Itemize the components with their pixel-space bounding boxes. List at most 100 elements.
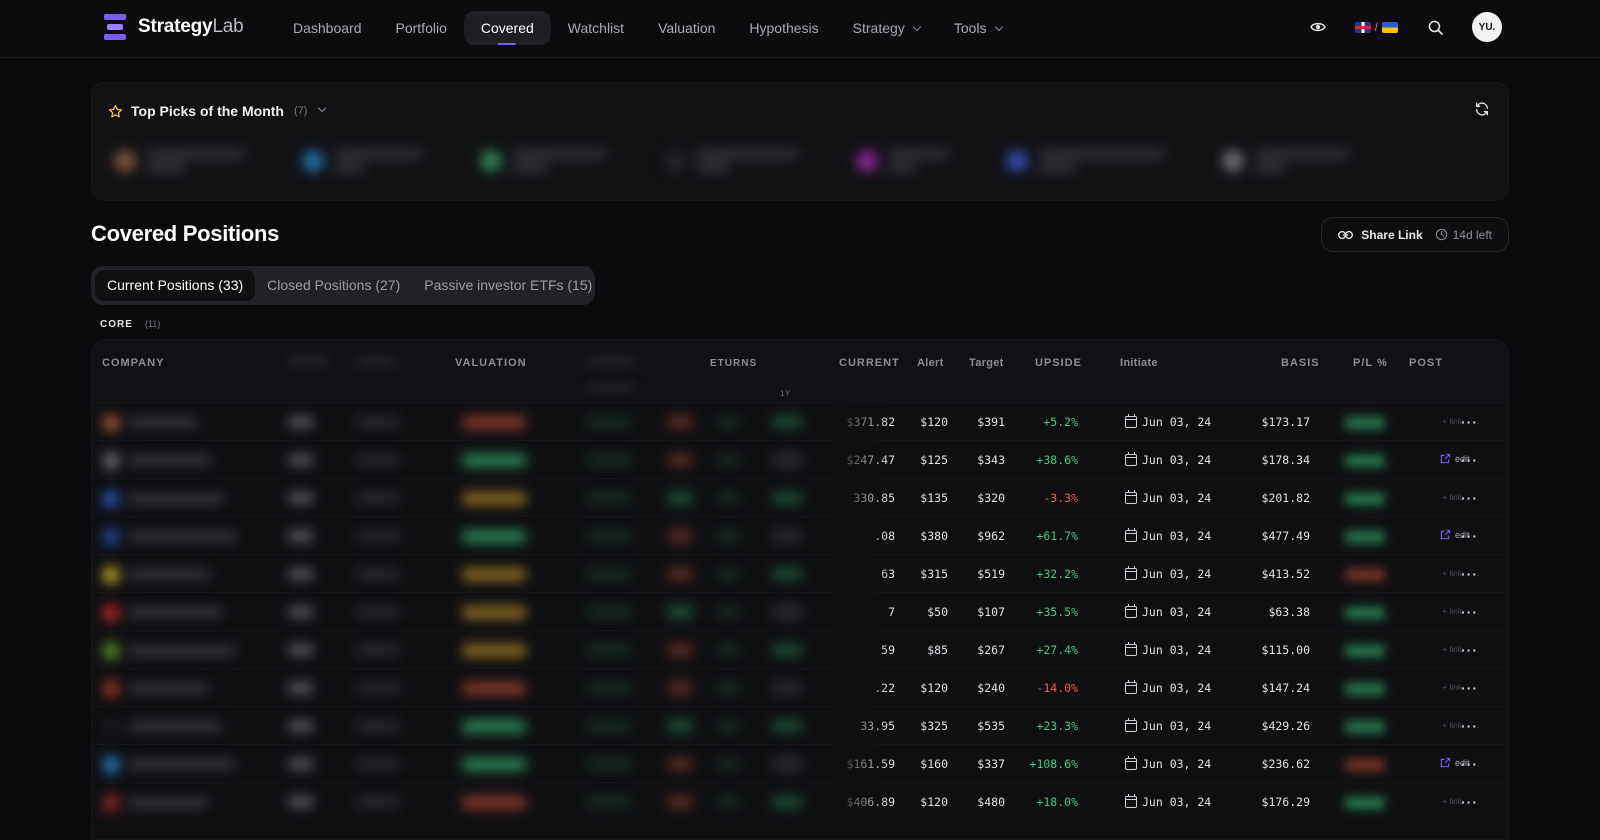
pick-item[interactable] xyxy=(480,141,608,181)
table-row[interactable]: $247.47 $125 $343 +38.6% Jun 03, 24 $178… xyxy=(92,440,1508,478)
initiate-date[interactable]: Jun 03, 24 xyxy=(1125,680,1211,695)
target-price[interactable]: $240 xyxy=(977,681,1005,695)
nav-watchlist[interactable]: Watchlist xyxy=(551,11,641,45)
col-company[interactable]: COMPANY xyxy=(102,357,164,369)
initiate-date[interactable]: Jun 03, 24 xyxy=(1125,490,1211,505)
tab-current-positions[interactable]: Current Positions (33) xyxy=(95,270,256,301)
post-add-link[interactable]: + link xyxy=(1442,682,1462,692)
nav-tools[interactable]: Tools xyxy=(937,11,1019,45)
col-valuation[interactable]: VALUATION xyxy=(455,357,527,369)
col-initiate[interactable]: Initiate xyxy=(1120,357,1158,369)
col-pl[interactable]: P/L % xyxy=(1353,357,1388,369)
table-row[interactable]: .22 $120 $240 -14.0% Jun 03, 24 $147.24 … xyxy=(92,668,1508,706)
more-horizontal-icon[interactable]: ··· xyxy=(1461,604,1478,620)
alert-price[interactable]: $120 xyxy=(920,681,948,695)
more-horizontal-icon[interactable]: ··· xyxy=(1461,452,1478,468)
target-price[interactable]: $337 xyxy=(977,757,1005,771)
col-alert[interactable]: Alert xyxy=(917,357,944,369)
initiate-date[interactable]: Jun 03, 24 xyxy=(1125,794,1211,809)
post-add-link[interactable]: + link xyxy=(1442,568,1462,578)
alert-price[interactable]: $125 xyxy=(920,453,948,467)
post-add-link[interactable]: + link xyxy=(1442,416,1462,426)
pick-item[interactable] xyxy=(114,141,246,181)
pick-item[interactable] xyxy=(1006,141,1166,181)
eye-icon[interactable] xyxy=(1307,16,1329,38)
refresh-icon[interactable] xyxy=(1474,101,1490,122)
col-upside[interactable]: UPSIDE xyxy=(1035,357,1082,369)
more-horizontal-icon[interactable]: ··· xyxy=(1461,756,1478,772)
target-price[interactable]: $519 xyxy=(977,567,1005,581)
post-add-link[interactable]: + link xyxy=(1442,796,1462,806)
col-target[interactable]: Target xyxy=(969,357,1004,369)
initiate-date[interactable]: Jun 03, 24 xyxy=(1125,756,1211,771)
table-row[interactable]: 63 $315 $519 +32.2% Jun 03, 24 $413.52 +… xyxy=(92,554,1508,592)
more-horizontal-icon[interactable]: ··· xyxy=(1461,718,1478,734)
target-price[interactable]: $535 xyxy=(977,719,1005,733)
alert-price[interactable]: $120 xyxy=(920,415,948,429)
initiate-date[interactable]: Jun 03, 24 xyxy=(1125,414,1211,429)
target-price[interactable]: $343 xyxy=(977,453,1005,467)
table-row[interactable]: 59 $85 $267 +27.4% Jun 03, 24 $115.00 + … xyxy=(92,630,1508,668)
alert-price[interactable]: $325 xyxy=(920,719,948,733)
nav-valuation[interactable]: Valuation xyxy=(641,11,732,45)
alert-price[interactable]: $120 xyxy=(920,795,948,809)
alert-price[interactable]: $85 xyxy=(927,643,948,657)
nav-hypothesis[interactable]: Hypothesis xyxy=(732,11,835,45)
pick-item[interactable] xyxy=(1222,141,1350,181)
col-basis[interactable]: BASIS xyxy=(1281,357,1320,369)
alert-price[interactable]: $50 xyxy=(927,605,948,619)
post-add-link[interactable]: + link xyxy=(1442,644,1462,654)
post-add-link[interactable]: + link xyxy=(1442,720,1462,730)
tab-passive-etfs[interactable]: Passive investor ETFs (15) xyxy=(412,270,604,301)
table-row[interactable]: $406.89 $120 $480 +18.0% Jun 03, 24 $176… xyxy=(92,782,1508,820)
share-link-button[interactable]: Share Link 14d left xyxy=(1321,217,1509,252)
target-price[interactable]: $962 xyxy=(977,529,1005,543)
pick-item[interactable] xyxy=(664,141,800,181)
top-picks-header[interactable]: Top Picks of the Month (7) xyxy=(108,103,327,119)
pick-item[interactable] xyxy=(302,141,424,181)
initiate-date[interactable]: Jun 03, 24 xyxy=(1125,718,1211,733)
nav-covered[interactable]: Covered xyxy=(463,11,551,45)
col-post[interactable]: POST xyxy=(1409,357,1443,369)
more-horizontal-icon[interactable]: ··· xyxy=(1461,566,1478,582)
target-price[interactable]: $107 xyxy=(977,605,1005,619)
alert-price[interactable]: $315 xyxy=(920,567,948,581)
language-switcher[interactable]: / xyxy=(1354,20,1398,34)
col-current[interactable]: CURRENT xyxy=(839,357,900,369)
nav-portfolio[interactable]: Portfolio xyxy=(379,11,464,45)
top-picks-list[interactable] xyxy=(114,141,1414,181)
alert-price[interactable]: $160 xyxy=(920,757,948,771)
post-add-link[interactable]: + link xyxy=(1442,606,1462,616)
alert-price[interactable]: $135 xyxy=(920,491,948,505)
avatar[interactable]: YU. xyxy=(1472,12,1502,42)
tab-closed-positions[interactable]: Closed Positions (27) xyxy=(255,270,412,301)
more-horizontal-icon[interactable]: ··· xyxy=(1461,794,1478,810)
initiate-date[interactable]: Jun 03, 24 xyxy=(1125,642,1211,657)
initiate-date[interactable]: Jun 03, 24 xyxy=(1125,452,1211,467)
chevron-down-icon[interactable] xyxy=(318,103,327,113)
table-row[interactable]: $161.59 $160 $337 +108.6% Jun 03, 24 $23… xyxy=(92,744,1508,782)
search-icon[interactable] xyxy=(1424,16,1446,38)
nav-dashboard[interactable]: Dashboard xyxy=(276,11,379,45)
pick-item[interactable] xyxy=(856,141,950,181)
col-returns[interactable]: ETURNS xyxy=(710,358,757,369)
post-add-link[interactable]: + link xyxy=(1442,492,1462,502)
initiate-date[interactable]: Jun 03, 24 xyxy=(1125,604,1211,619)
alert-price[interactable]: $380 xyxy=(920,529,948,543)
initiate-date[interactable]: Jun 03, 24 xyxy=(1125,566,1211,581)
target-price[interactable]: $267 xyxy=(977,643,1005,657)
nav-strategy[interactable]: Strategy xyxy=(836,11,937,45)
table-row[interactable]: 7 $50 $107 +35.5% Jun 03, 24 $63.38 + li… xyxy=(92,592,1508,630)
initiate-date[interactable]: Jun 03, 24 xyxy=(1125,528,1211,543)
more-horizontal-icon[interactable]: ··· xyxy=(1461,528,1478,544)
target-price[interactable]: $480 xyxy=(977,795,1005,809)
brand[interactable]: StrategyLab xyxy=(104,14,244,40)
target-price[interactable]: $391 xyxy=(977,415,1005,429)
table-row[interactable]: 330.85 $135 $320 -3.3% Jun 03, 24 $201.8… xyxy=(92,478,1508,516)
table-row[interactable]: $371.82 $120 $391 +5.2% Jun 03, 24 $173.… xyxy=(92,402,1508,440)
more-horizontal-icon[interactable]: ··· xyxy=(1461,680,1478,696)
target-price[interactable]: $320 xyxy=(977,491,1005,505)
more-horizontal-icon[interactable]: ··· xyxy=(1461,414,1478,430)
table-row[interactable]: .08 $380 $962 +61.7% Jun 03, 24 $477.49 … xyxy=(92,516,1508,554)
table-row[interactable]: 33.95 $325 $535 +23.3% Jun 03, 24 $429.2… xyxy=(92,706,1508,744)
